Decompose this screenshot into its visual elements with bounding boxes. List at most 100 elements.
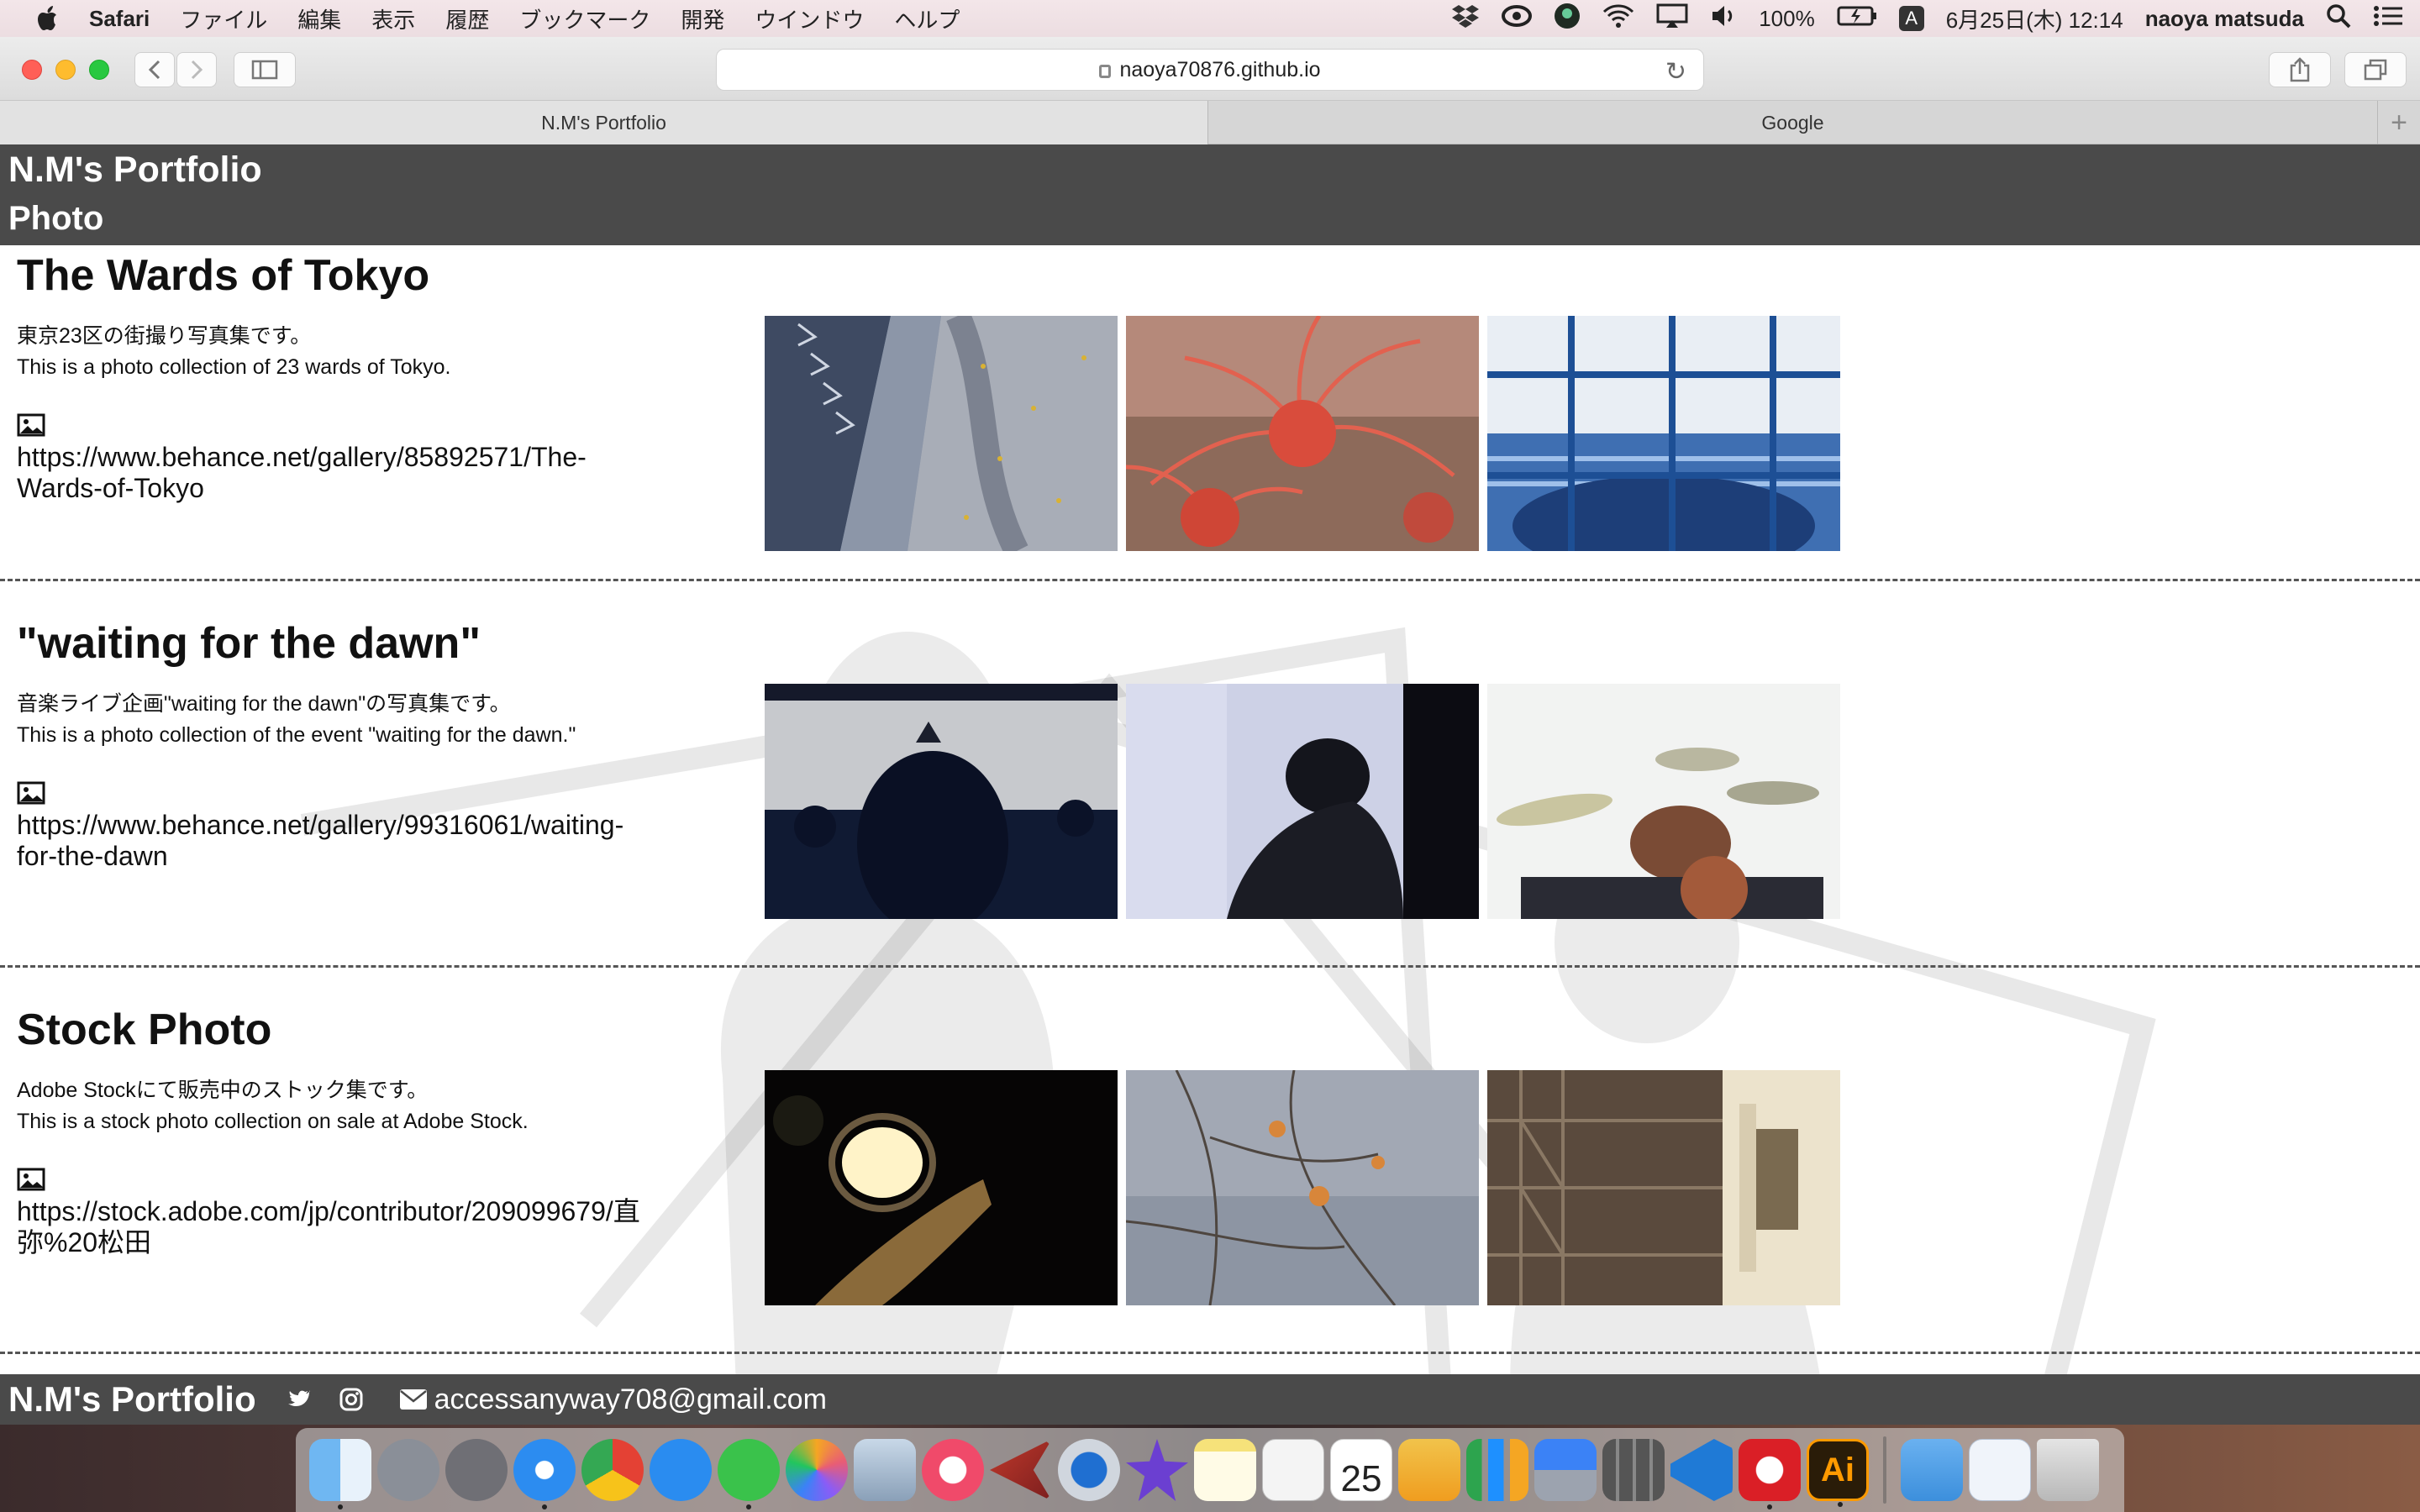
documents-icon[interactable]: [1969, 1439, 2031, 1501]
photo-street-wall[interactable]: [765, 316, 1118, 551]
menu-app-name[interactable]: Safari: [89, 6, 150, 32]
browser-toolbar: naoya70876.github.io ↻: [0, 37, 2420, 101]
safari-icon[interactable]: [513, 1439, 576, 1509]
site-header: N.M's Portfolio Photo: [0, 144, 2420, 245]
imovie-icon[interactable]: [1126, 1439, 1188, 1501]
avatar-menu-icon[interactable]: [1554, 3, 1581, 35]
itunes-icon[interactable]: [922, 1439, 984, 1501]
menu-develop[interactable]: 開発: [681, 3, 724, 34]
gallery-link[interactable]: https://www.behance.net/gallery/85892571…: [17, 442, 655, 504]
share-button[interactable]: [2269, 52, 2331, 87]
footer-title[interactable]: N.M's Portfolio: [8, 1379, 256, 1420]
zoom-window-button[interactable]: [89, 60, 109, 80]
chrome-icon[interactable]: [581, 1439, 644, 1501]
share-icon: [2290, 57, 2310, 82]
photo-singer[interactable]: [1126, 684, 1479, 919]
gallery-stock-photo: Stock Photo Adobe Stockにて販売中のストック集です。 Th…: [0, 968, 2420, 1354]
battery-icon[interactable]: [1837, 5, 1877, 33]
sidebar-toggle-button[interactable]: [234, 52, 296, 87]
user-name[interactable]: naoya matsuda: [2145, 6, 2304, 32]
footer-email-link[interactable]: accessanyway708@gmail.com: [434, 1383, 827, 1416]
notification-center-icon[interactable]: [2373, 3, 2403, 34]
calendar-icon[interactable]: 25: [1330, 1439, 1392, 1501]
minimize-window-button[interactable]: [55, 60, 76, 80]
quicktime-icon[interactable]: [1058, 1439, 1120, 1501]
section-title: Photo: [8, 200, 104, 237]
dock-separator: [1883, 1436, 1886, 1504]
menu-file[interactable]: ファイル: [180, 3, 267, 34]
line-icon[interactable]: [718, 1439, 780, 1509]
gallery-title: The Wards of Tokyo: [17, 251, 430, 300]
description-en: This is a photo collection of 23 wards o…: [17, 355, 451, 379]
photo-drummer[interactable]: [1487, 684, 1840, 919]
spotlight-search-icon[interactable]: [2326, 3, 2351, 34]
photo-building[interactable]: [1487, 1070, 1840, 1305]
photo-night-lamp[interactable]: [765, 1070, 1118, 1305]
folder-icon[interactable]: [1901, 1439, 1963, 1501]
menu-window[interactable]: ウインドウ: [755, 3, 864, 34]
illustrator-icon[interactable]: Ai: [1807, 1439, 1869, 1507]
twitter-icon[interactable]: [285, 1387, 310, 1412]
site-title[interactable]: N.M's Portfolio: [8, 150, 262, 191]
numbers-icon[interactable]: [1466, 1439, 1528, 1501]
gallery-link[interactable]: https://www.behance.net/gallery/99316061…: [17, 810, 655, 872]
menu-view[interactable]: 表示: [371, 3, 415, 34]
tabs-overview-icon: [2364, 59, 2387, 81]
finder-icon[interactable]: [309, 1439, 371, 1509]
creative-cloud-menu-icon[interactable]: [1502, 3, 1533, 34]
image-capture-icon[interactable]: [854, 1439, 916, 1501]
menu-edit[interactable]: 編集: [297, 3, 341, 34]
volume-icon[interactable]: [1710, 3, 1737, 34]
photo-red-flowers[interactable]: [1126, 316, 1479, 551]
apple-menu-icon[interactable]: [34, 3, 64, 34]
clock[interactable]: 6月25日(木) 12:14: [1946, 3, 2123, 34]
gallery-link[interactable]: https://stock.adobe.com/jp/contributor/2…: [17, 1196, 655, 1258]
macos-menu-bar: Safari ファイル 編集 表示 履歴 ブックマーク 開発 ウインドウ ヘルプ…: [0, 0, 2420, 37]
gallery-description: 音楽ライブ企画"waiting for the dawn"の写真集です。 Thi…: [17, 689, 576, 751]
dropbox-icon[interactable]: [1451, 3, 1480, 34]
menu-bookmarks[interactable]: ブックマーク: [519, 3, 650, 34]
photo-blue-fence[interactable]: [1487, 316, 1840, 551]
gallery-title: "waiting for the dawn": [17, 619, 481, 668]
photo-row: [765, 316, 1840, 551]
tab-portfolio[interactable]: N.M's Portfolio: [0, 101, 1208, 144]
trash-icon[interactable]: [2037, 1439, 2099, 1501]
notes-icon[interactable]: [1194, 1439, 1256, 1501]
creative-cloud-icon[interactable]: [1739, 1439, 1801, 1509]
keynote-icon[interactable]: [1534, 1439, 1597, 1501]
tab-google[interactable]: Google: [1208, 101, 2378, 144]
new-tab-button[interactable]: +: [2378, 101, 2420, 144]
image-icon: [17, 413, 45, 437]
launchpad-icon[interactable]: [377, 1439, 439, 1501]
vscode-icon[interactable]: [1670, 1439, 1733, 1501]
menu-history[interactable]: 履歴: [445, 3, 489, 34]
keynote-stickies-icon[interactable]: [1398, 1439, 1460, 1501]
calculator-icon[interactable]: [1602, 1439, 1665, 1501]
reload-icon[interactable]: ↻: [1665, 57, 1686, 87]
airplay-icon[interactable]: [1656, 3, 1688, 34]
input-source-icon[interactable]: A: [1898, 6, 1924, 31]
description-en: This is a photo collection of the event …: [17, 723, 576, 747]
menu-help[interactable]: ヘルプ: [894, 3, 960, 34]
tab-bar: N.M's Portfolio Google +: [0, 101, 2420, 144]
forward-button[interactable]: [176, 52, 217, 87]
web-page: N.M's Portfolio Photo The Wards of Tokyo…: [0, 144, 2420, 1425]
git-app-icon[interactable]: [990, 1439, 1052, 1501]
app-store-icon[interactable]: [650, 1439, 712, 1501]
back-button[interactable]: [134, 52, 175, 87]
description-ja: 音楽ライブ企画"waiting for the dawn"の写真集です。: [17, 692, 511, 716]
textedit-icon[interactable]: [1262, 1439, 1324, 1501]
mail-icon[interactable]: [399, 1389, 428, 1410]
dock: 25 Ai: [296, 1428, 2124, 1512]
instagram-icon[interactable]: [339, 1387, 364, 1412]
sidebar-icon: [251, 60, 278, 80]
photo-branches[interactable]: [1126, 1070, 1479, 1305]
photos-icon[interactable]: [786, 1439, 848, 1501]
close-window-button[interactable]: [22, 60, 42, 80]
address-bar[interactable]: naoya70876.github.io ↻: [716, 49, 1704, 91]
system-preferences-icon[interactable]: [445, 1439, 508, 1501]
photo-live-stage[interactable]: [765, 684, 1118, 919]
wifi-icon[interactable]: [1602, 3, 1634, 34]
photo-row: [765, 1070, 1840, 1305]
show-tabs-button[interactable]: [2344, 52, 2407, 87]
